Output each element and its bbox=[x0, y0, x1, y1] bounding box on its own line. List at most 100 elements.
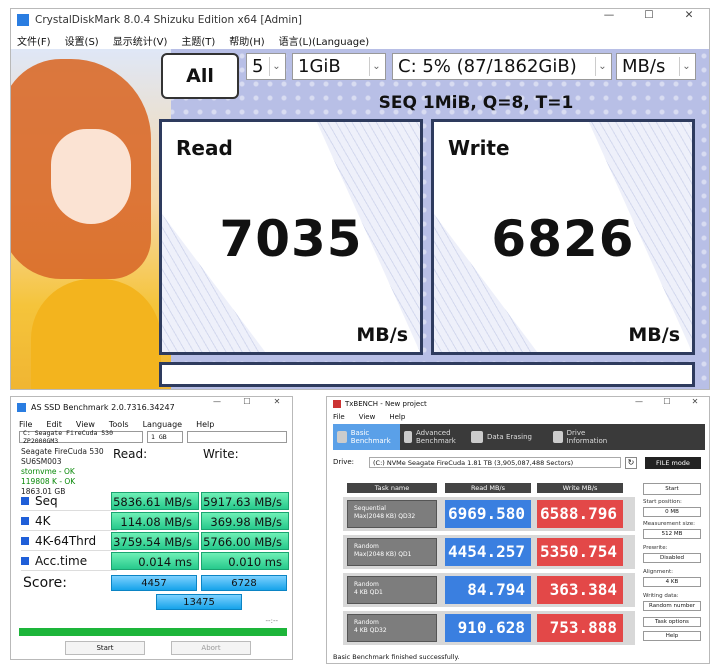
menu-tools[interactable]: Tools bbox=[109, 420, 129, 429]
row-label: 4K bbox=[35, 514, 51, 528]
row-4k64[interactable]: 4K-64Thrd bbox=[21, 532, 117, 551]
tab-data-erasing[interactable]: Data Erasing bbox=[467, 424, 549, 450]
col-task: Task name bbox=[347, 483, 437, 493]
size-select[interactable]: 1 GB bbox=[147, 431, 183, 443]
help-button[interactable]: Help bbox=[643, 631, 701, 641]
progress-bar bbox=[19, 628, 287, 636]
minimize-icon[interactable]: — bbox=[589, 9, 629, 21]
task-cell: Random 4 KB QD1 bbox=[347, 576, 437, 604]
tab-basic-benchmark[interactable]: Basic Benchmark bbox=[333, 424, 400, 450]
menu-help[interactable]: Help bbox=[389, 413, 405, 421]
app-icon bbox=[17, 402, 26, 412]
minimize-icon[interactable]: — bbox=[625, 397, 653, 406]
title-bar: TxBENCH - New project — ☐ ✕ bbox=[327, 397, 709, 411]
tab-advanced-benchmark[interactable]: Advanced Benchmark bbox=[400, 424, 467, 450]
unit-value: MB/s bbox=[622, 56, 666, 77]
maximize-icon[interactable]: ☐ bbox=[629, 9, 669, 21]
checkbox-icon[interactable] bbox=[21, 537, 29, 545]
read-label: Read bbox=[176, 136, 233, 160]
task-sub: 4 KB QD32 bbox=[354, 627, 387, 634]
tab-drive-information[interactable]: Drive Information bbox=[549, 424, 616, 450]
crystaldiskmark-window: CrystalDiskMark 8.0.4 Shizuku Edition x6… bbox=[10, 8, 710, 390]
writing-data-value: Random number bbox=[643, 601, 701, 611]
measurement-value: 512 MB bbox=[643, 529, 701, 539]
write-value: 753.888 bbox=[537, 614, 623, 642]
maximize-icon[interactable]: ☐ bbox=[653, 397, 681, 406]
seq-read: 5836.61 MB/s bbox=[111, 492, 199, 510]
menu-view[interactable]: View bbox=[359, 413, 376, 421]
tab-label: Advanced Benchmark bbox=[415, 429, 456, 445]
score-total: 13475 bbox=[156, 594, 242, 610]
acc-read: 0.014 ms bbox=[111, 552, 199, 570]
abort-button[interactable]: Abort bbox=[171, 641, 251, 655]
close-icon[interactable]: ✕ bbox=[262, 397, 292, 406]
drive-icon bbox=[553, 431, 563, 443]
main-area: All 5 ⌄ 1GiB ⌄ C: 5% (87/1862GiB) ⌄ MB/s ⌄ S… bbox=[11, 49, 709, 389]
unit-select[interactable]: MB/s ⌄ bbox=[616, 53, 696, 80]
minimize-icon[interactable]: — bbox=[202, 397, 232, 406]
chevron-down-icon: ⌄ bbox=[595, 57, 609, 76]
drive-value: C: 5% (87/1862GiB) bbox=[398, 56, 577, 77]
title-bar: CrystalDiskMark 8.0.4 Shizuku Edition x6… bbox=[11, 9, 709, 31]
start-button[interactable]: Start bbox=[65, 641, 145, 655]
task-cell: Random 4 KB QD32 bbox=[347, 614, 437, 642]
col-read: Read MB/s bbox=[445, 483, 531, 493]
row-label: Seq bbox=[35, 494, 58, 508]
size-value: 1GiB bbox=[298, 56, 341, 77]
chevron-down-icon: ⌄ bbox=[269, 57, 283, 76]
chart-icon bbox=[404, 431, 412, 443]
menu-language[interactable]: Language bbox=[143, 420, 182, 429]
write-header: Write: bbox=[203, 447, 239, 461]
window-title: CrystalDiskMark 8.0.4 Shizuku Edition x6… bbox=[35, 14, 303, 26]
all-button[interactable]: All bbox=[161, 53, 239, 99]
alignment-label: Alignment: bbox=[643, 569, 674, 575]
checkbox-icon[interactable] bbox=[21, 517, 29, 525]
close-icon[interactable]: ✕ bbox=[681, 397, 709, 406]
menu-view[interactable]: View bbox=[76, 420, 95, 429]
row-4k[interactable]: 4K bbox=[21, 512, 117, 531]
count-select[interactable]: 5 ⌄ bbox=[246, 53, 286, 80]
start-button[interactable]: Start bbox=[643, 483, 701, 495]
row-seq[interactable]: Seq bbox=[21, 492, 117, 511]
task-sub: 4 KB QD1 bbox=[354, 589, 383, 596]
menu-edit[interactable]: Edit bbox=[46, 420, 62, 429]
task-name: Random bbox=[354, 619, 379, 626]
read-header: Read: bbox=[113, 447, 148, 461]
refresh-icon[interactable]: ↻ bbox=[625, 457, 637, 469]
task-cell: Random Max(2048 KB) QD1 bbox=[347, 538, 437, 566]
firmware: SU6SM003 bbox=[21, 457, 62, 466]
drive-select[interactable]: (C:) NVMe Seagate FireCuda 1.81 TB (3,90… bbox=[369, 457, 621, 468]
task-name: Random bbox=[354, 581, 379, 588]
tab-label: Data Erasing bbox=[487, 433, 533, 441]
row-acctime[interactable]: Acc.time bbox=[21, 552, 117, 571]
task-options-button[interactable]: Task options bbox=[643, 617, 701, 627]
menu-file[interactable]: 文件(F) bbox=[17, 33, 51, 48]
menu-settings[interactable]: 设置(S) bbox=[65, 33, 99, 48]
drive-select[interactable]: C: 5% (87/1862GiB) ⌄ bbox=[392, 53, 612, 80]
read-unit: MB/s bbox=[356, 324, 408, 346]
close-icon[interactable]: ✕ bbox=[669, 9, 709, 21]
character-illustration bbox=[11, 49, 171, 389]
maximize-icon[interactable]: ☐ bbox=[232, 397, 262, 406]
4k-write: 369.98 MB/s bbox=[201, 512, 289, 530]
menu-help[interactable]: Help bbox=[196, 420, 214, 429]
score-write: 6728 bbox=[201, 575, 287, 591]
start-position-value: 0 MB bbox=[643, 507, 701, 517]
menu-file[interactable]: File bbox=[333, 413, 345, 421]
drive-select[interactable]: C: Seagate FireCuda 530 ZP2000GM3 bbox=[19, 429, 143, 445]
menu-theme[interactable]: 主题(T) bbox=[181, 33, 215, 48]
size-select[interactable]: 1GiB ⌄ bbox=[292, 53, 386, 80]
checkbox-icon[interactable] bbox=[21, 497, 29, 505]
app-icon bbox=[333, 400, 341, 408]
menu-file[interactable]: File bbox=[19, 420, 32, 429]
acc-write: 0.010 ms bbox=[201, 552, 289, 570]
4k-read: 114.08 MB/s bbox=[111, 512, 199, 530]
drive-model: Seagate FireCuda 530 bbox=[21, 447, 104, 456]
clock-icon bbox=[337, 431, 347, 443]
menu-language[interactable]: 语言(L)(Language) bbox=[279, 33, 370, 48]
file-mode-button[interactable]: FILE mode bbox=[645, 457, 701, 469]
checkbox-icon[interactable] bbox=[21, 557, 29, 565]
menu-view[interactable]: 显示统计(V) bbox=[113, 33, 168, 48]
face-shape bbox=[51, 129, 131, 224]
menu-help[interactable]: 帮助(H) bbox=[229, 33, 264, 48]
